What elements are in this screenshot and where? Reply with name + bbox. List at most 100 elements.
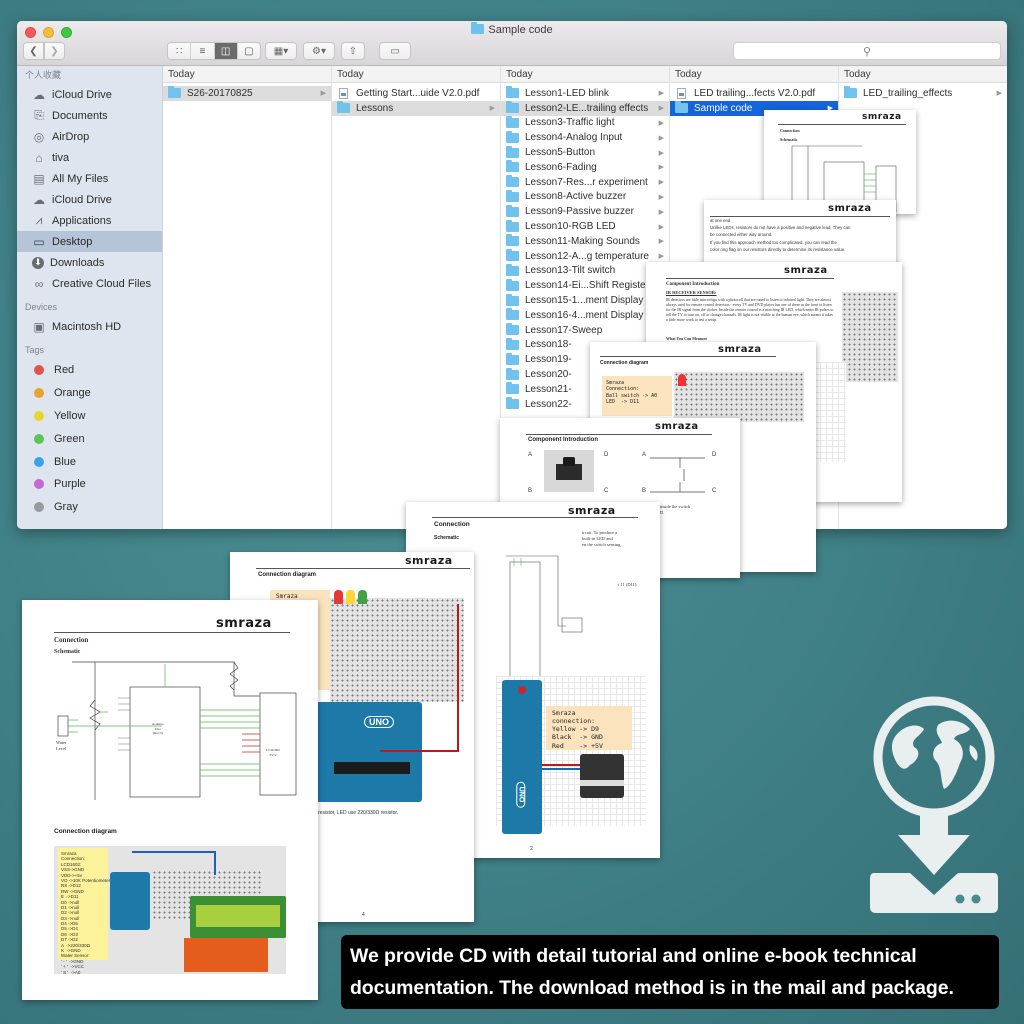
folder-row[interactable]: Lesson6-Fading ▶	[501, 160, 669, 175]
tag-button[interactable]: ▭	[379, 42, 411, 60]
sidebar-item-icloud-drive[interactable]: ☁ iCloud Drive	[17, 189, 162, 210]
item-name: Lessons	[356, 102, 394, 114]
sidebar-item-red[interactable]: Red	[17, 359, 162, 382]
sidebar-item-gray[interactable]: Gray	[17, 496, 162, 519]
page-heading: Connection	[780, 128, 800, 133]
folder-row[interactable]: Lesson12-A...g temperature ▶	[501, 249, 669, 264]
folder-row[interactable]: Lesson10-RGB LED ▶	[501, 219, 669, 234]
folder-icon	[471, 22, 485, 34]
folder-row[interactable]: Lesson11-Making Sounds ▶	[501, 234, 669, 249]
action-button[interactable]: ⚙▾	[303, 42, 335, 60]
page-text-2: t 11 (D11).	[618, 582, 638, 587]
creative-cloud-icon: ∞	[34, 276, 44, 291]
page-text: ircuit. To produce a built-in LED and en…	[582, 530, 622, 547]
forward-button[interactable]: ❯	[44, 42, 65, 60]
sidebar-item-airdrop[interactable]: ◎ AirDrop	[17, 126, 162, 147]
folder-row[interactable]: Lesson8-Active buzzer ▶	[501, 189, 669, 205]
uno-logo: UNO	[364, 716, 394, 728]
text-line: If you find this approach method too com…	[710, 239, 837, 245]
folder-row[interactable]: Lessons ▶	[332, 100, 500, 116]
sidebar-item-documents[interactable]: ⎘ Documents	[17, 105, 162, 126]
servo-motor	[580, 754, 624, 798]
file-row[interactable]: Getting Start...uide V2.0.pdf	[332, 86, 500, 101]
item-name: Lesson17-Sweep	[525, 324, 603, 336]
sidebar-item-downloads[interactable]: ⬇ Downloads	[17, 252, 162, 273]
sidebar-item-label: Macintosh HD	[52, 320, 122, 333]
sidebar-item-purple[interactable]: Purple	[17, 473, 162, 496]
folder-row[interactable]: Lesson3-Traffic light ▶	[501, 115, 669, 131]
brand-logo: smraza	[862, 112, 902, 122]
tag-color-dot-icon	[34, 410, 44, 421]
sidebar-item-applications[interactable]: ⩘ Applications	[17, 210, 162, 231]
item-name: Lesson2-LE...trailing effects	[525, 102, 649, 114]
water-sensor	[184, 938, 268, 972]
folder-row[interactable]: S26-20170825 ▶	[163, 86, 331, 101]
sidebar-item-orange[interactable]: Orange	[17, 382, 162, 405]
column-view-button[interactable]: ◫	[214, 43, 238, 59]
list-view-button[interactable]: ≡	[191, 43, 215, 59]
sidebar-item-blue[interactable]: Blue	[17, 450, 162, 473]
sidebar-item-label: Downloads	[50, 256, 105, 269]
folder-row[interactable]: Lesson14-Ei...Shift Register▶	[501, 278, 669, 293]
page-heading: Connection diagram	[258, 572, 317, 578]
folder-row[interactable]: Lesson17-Sweep▶	[501, 323, 669, 338]
arrange-button[interactable]: ▦▾	[265, 42, 297, 60]
sidebar-item-macintosh-hd[interactable]: ▣ Macintosh HD	[17, 316, 162, 337]
folder-icon	[506, 130, 519, 143]
sidebar-item-creative-cloud-files[interactable]: ∞ Creative Cloud Files	[17, 273, 162, 294]
folder-row[interactable]: Lesson4-Analog Input ▶	[501, 130, 669, 145]
folder-icon	[506, 367, 519, 380]
cover-flow-view-button[interactable]: ▢	[238, 43, 260, 59]
push-button-photo	[544, 450, 594, 492]
symbol-label-b: B	[642, 488, 647, 494]
desktop-icon: ▭	[33, 234, 45, 249]
folder-icon	[337, 101, 350, 114]
disclosure-arrow-icon: ▶	[658, 223, 664, 231]
folder-icon	[506, 115, 519, 128]
folder-row[interactable]: Lesson16-4...ment Display▶	[501, 308, 669, 323]
chevron-left-icon: ❮	[29, 45, 38, 57]
sidebar-item-desktop[interactable]: ▭ Desktop	[17, 231, 162, 252]
folder-row[interactable]: Lesson1-LED blink ▶	[501, 86, 669, 101]
folder-row[interactable]: Lesson13-Tilt switch▶	[501, 263, 669, 279]
item-name: Lesson15-1...ment Display	[525, 295, 644, 307]
folder-row[interactable]: Lesson7-Res...r experiment ▶	[501, 175, 669, 190]
item-name: Lesson16-4...ment Display	[525, 309, 644, 321]
switch-symbol	[650, 457, 705, 493]
page-number: 4	[362, 912, 365, 918]
tags-header: Tags	[25, 345, 45, 355]
sidebar-item-tiva[interactable]: ⌂ tiva	[17, 147, 162, 168]
sidebar-item-green[interactable]: Green	[17, 427, 162, 450]
folder-row[interactable]: Lesson5-Button ▶	[501, 145, 669, 160]
page-heading: Connection	[434, 521, 470, 528]
sidebar-item-yellow[interactable]: Yellow	[17, 405, 162, 428]
file-row[interactable]: LED trailing...fects V2.0.pdf	[670, 86, 838, 101]
text-line: at one end.	[710, 218, 732, 223]
folder-icon	[506, 175, 519, 188]
folder-row[interactable]: LED_trailing_effects ▶	[839, 86, 1007, 101]
symbol-label-c: C	[712, 488, 717, 494]
search-input[interactable]: ⚲	[733, 42, 1001, 60]
sidebar-item-icloud-drive[interactable]: ☁ iCloud Drive	[17, 84, 162, 105]
text-line: be connected either way around.	[710, 232, 773, 238]
share-button[interactable]: ⇧	[341, 42, 365, 60]
chevron-right-icon: ❯	[50, 45, 59, 57]
item-name: Getting Start...uide V2.0.pdf	[356, 87, 480, 99]
folder-row[interactable]: Lesson15-1...ment Display▶	[501, 293, 669, 308]
sidebar-item-label: Blue	[54, 455, 77, 468]
back-button[interactable]: ❮	[23, 42, 44, 60]
folder-row[interactable]: Lesson2-LE...trailing effects ▶	[501, 100, 669, 116]
folder-icon	[844, 86, 857, 99]
figure-caption: resistor, LED use 220/330Ω resistor.	[318, 810, 399, 816]
icon-view-button[interactable]: ∷	[168, 43, 192, 59]
devices-header: Devices	[25, 302, 58, 312]
folder-row[interactable]: Lesson9-Passive buzzer ▶	[501, 204, 669, 219]
item-name: Lesson22-	[525, 398, 572, 410]
folder-icon	[506, 234, 519, 247]
column-header: Today	[670, 66, 838, 83]
item-name: Lesson5-Button	[525, 147, 596, 159]
page-heading: Connection	[54, 636, 89, 644]
arduino-board: UNO	[502, 680, 542, 834]
banner-line-1: We provide CD with detail tutorial and o…	[350, 945, 917, 967]
sidebar-item-all-my-files[interactable]: ▤ All My Files	[17, 168, 162, 189]
